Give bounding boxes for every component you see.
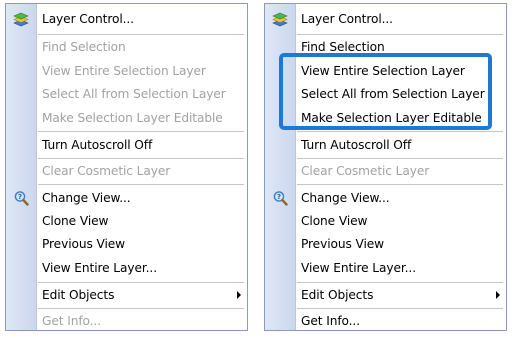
menu-item-label: View Entire Layer...	[301, 260, 416, 275]
context-menu-right: Layer Control... Find Selection View Ent…	[264, 3, 507, 331]
menu-item-label: Clear Cosmetic Layer	[42, 163, 171, 178]
menu-item-find-selection[interactable]: Find Selection	[265, 35, 506, 58]
menu-item-label: Clear Cosmetic Layer	[301, 163, 430, 178]
menu-item-view-entire-selection-layer: View Entire Selection Layer	[6, 59, 247, 82]
menu-item-label: Get Info...	[42, 313, 101, 328]
menu-item-label: Make Selection Layer Editable	[301, 110, 482, 125]
layers-stack-icon	[272, 11, 288, 27]
menu-item-change-view[interactable]: ? Change View...	[6, 186, 247, 209]
menu-item-clear-cosmetic-layer: Clear Cosmetic Layer	[6, 159, 247, 182]
menu-item-select-all-from-selection-layer[interactable]: Select All from Selection Layer	[265, 82, 506, 105]
menu-item-layer-control[interactable]: Layer Control...	[6, 7, 247, 30]
menu-item-get-info: Get Info...	[6, 309, 247, 330]
menu-item-view-entire-selection-layer[interactable]: View Entire Selection Layer	[265, 59, 506, 82]
menu-item-label: Turn Autoscroll Off	[42, 137, 153, 152]
menu-item-label: Find Selection	[42, 39, 126, 54]
menu-item-label: Change View...	[42, 190, 131, 205]
menu-item-label: Previous View	[301, 236, 385, 251]
menu-item-label: Change View...	[301, 190, 390, 205]
menu-item-label: Find Selection	[301, 39, 385, 54]
menu-item-label: Clone View	[301, 213, 368, 228]
menu-item-turn-autoscroll-off[interactable]: Turn Autoscroll Off	[6, 133, 247, 156]
menu-item-label: View Entire Layer...	[42, 260, 157, 275]
magnifier-question-icon: ?	[272, 190, 288, 206]
svg-text:?: ?	[18, 193, 22, 201]
menu-item-label: View Entire Selection Layer	[301, 63, 465, 78]
menu-separator	[38, 131, 244, 132]
menu-item-label: Previous View	[42, 236, 126, 251]
menu-item-label: View Entire Selection Layer	[42, 63, 206, 78]
menu-item-turn-autoscroll-off[interactable]: Turn Autoscroll Off	[265, 133, 506, 156]
menu-item-edit-objects[interactable]: Edit Objects	[265, 283, 506, 306]
menu-item-make-selection-layer-editable: Make Selection Layer Editable	[6, 106, 247, 129]
menu-item-select-all-from-selection-layer: Select All from Selection Layer	[6, 82, 247, 105]
menu-item-layer-control[interactable]: Layer Control...	[265, 7, 506, 30]
menu-item-label: Clone View	[42, 213, 109, 228]
menu-separator	[297, 131, 503, 132]
menu-item-label: Edit Objects	[301, 287, 374, 302]
menu-item-edit-objects[interactable]: Edit Objects	[6, 283, 247, 306]
menu-item-label: Make Selection Layer Editable	[42, 110, 223, 125]
menu-item-find-selection: Find Selection	[6, 35, 247, 58]
menu-item-clone-view[interactable]: Clone View	[6, 209, 247, 232]
magnifier-question-icon: ?	[13, 190, 29, 206]
menu-item-clone-view[interactable]: Clone View	[265, 209, 506, 232]
menu-item-clear-cosmetic-layer: Clear Cosmetic Layer	[265, 159, 506, 182]
menu-item-label: Layer Control...	[301, 11, 393, 26]
submenu-arrow-icon	[237, 290, 241, 299]
menu-item-label: Get Info...	[301, 313, 360, 328]
menu-item-label: Layer Control...	[42, 11, 134, 26]
layers-stack-icon	[13, 11, 29, 27]
context-menu-left: Layer Control... Find Selection View Ent…	[5, 3, 248, 331]
menu-item-previous-view[interactable]: Previous View	[265, 232, 506, 255]
menu-item-view-entire-layer[interactable]: View Entire Layer...	[265, 256, 506, 279]
menu-item-label: Edit Objects	[42, 287, 115, 302]
menu-item-label: Turn Autoscroll Off	[301, 137, 412, 152]
menu-item-view-entire-layer[interactable]: View Entire Layer...	[6, 256, 247, 279]
menu-item-previous-view[interactable]: Previous View	[6, 232, 247, 255]
submenu-arrow-icon	[496, 290, 500, 299]
svg-text:?: ?	[277, 193, 281, 201]
menu-separator	[297, 184, 503, 185]
menu-item-get-info[interactable]: Get Info...	[265, 309, 506, 330]
menu-item-change-view[interactable]: ? Change View...	[265, 186, 506, 209]
menu-separator	[38, 184, 244, 185]
menu-item-label: Select All from Selection Layer	[301, 86, 485, 101]
menu-item-make-selection-layer-editable[interactable]: Make Selection Layer Editable	[265, 106, 506, 129]
menu-item-label: Select All from Selection Layer	[42, 86, 226, 101]
